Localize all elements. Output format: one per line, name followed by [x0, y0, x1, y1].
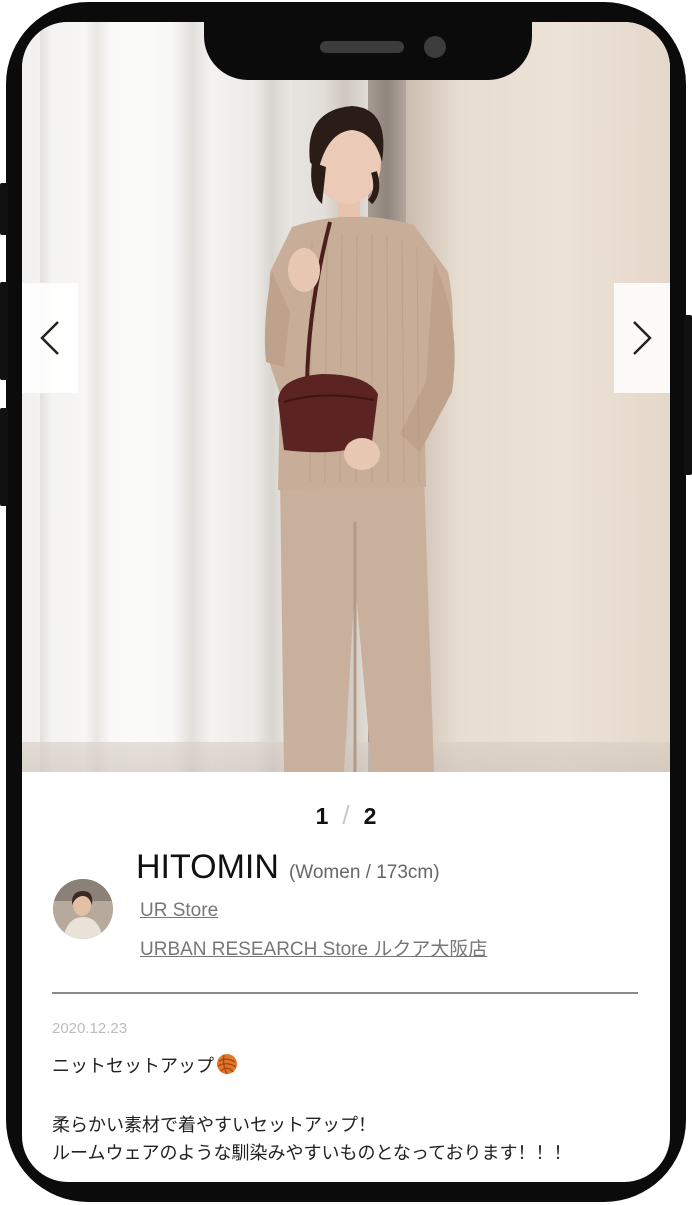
avatar-image	[53, 879, 113, 939]
pager-total: 2	[363, 803, 377, 829]
chevron-right-icon	[633, 321, 652, 355]
volume-up-button	[0, 282, 8, 380]
avatar[interactable]	[53, 879, 113, 939]
phone-screen: 1 / 2 HITOMIN (Women / 173cm) UR Store URBA…	[22, 22, 670, 1182]
post-body-line: ルームウェアのような馴染みやすいものとなっております！！！	[52, 1143, 572, 1164]
staff-name-row: HITOMIN (Women / 173cm)	[136, 848, 440, 887]
post-title: ニットセットアップ	[52, 1056, 214, 1077]
chevron-left-icon	[40, 321, 59, 355]
store-link[interactable]: UR Store	[140, 900, 218, 922]
phone-notch	[204, 22, 532, 80]
power-button	[684, 315, 692, 475]
post-title-row: ニットセットアップ	[52, 1052, 238, 1078]
staff-meta: (Women / 173cm)	[288, 862, 440, 883]
front-camera	[424, 36, 446, 58]
divider	[52, 992, 638, 994]
pager-separator: /	[342, 800, 350, 830]
carousel-next-button[interactable]	[614, 283, 670, 393]
speaker-grille	[320, 41, 404, 53]
mute-switch	[0, 183, 8, 235]
yarn-ball-icon	[217, 1054, 237, 1075]
pager-current: 1	[315, 803, 329, 829]
post-body: 柔らかい素材で着やすいセットアップ！ ルームウェアのような馴染みやすいものとなっ…	[52, 1112, 571, 1168]
post-date: 2020.12.23	[52, 1020, 128, 1037]
volume-down-button	[0, 408, 8, 506]
post-body-line: 柔らかい素材で着やすいセットアップ！	[52, 1115, 376, 1136]
staff-name: HITOMIN	[136, 848, 279, 886]
carousel-prev-button[interactable]	[22, 283, 78, 393]
shop-link[interactable]: URBAN RESEARCH Store ルクア大阪店	[140, 934, 487, 961]
outfit-photo[interactable]	[22, 22, 670, 772]
carousel-pagination: 1 / 2	[22, 800, 670, 831]
